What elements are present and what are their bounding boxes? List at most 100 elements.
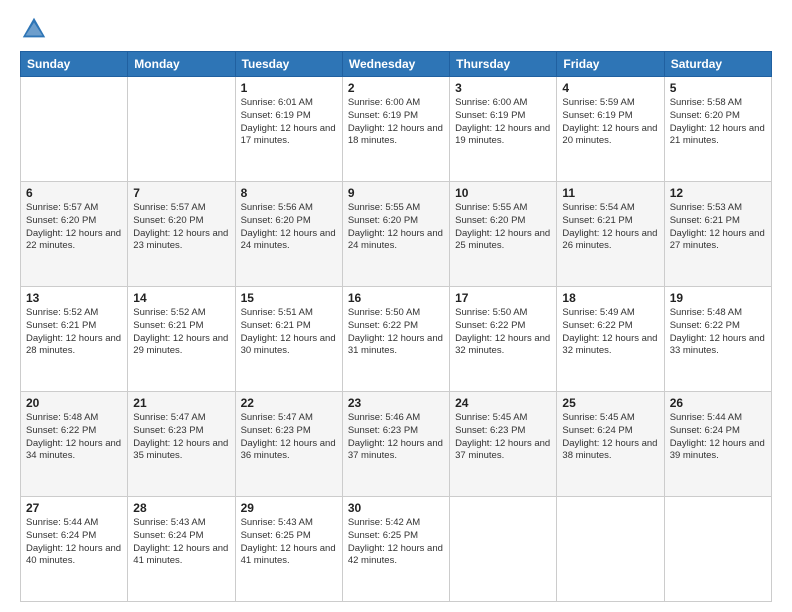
- day-number: 2: [348, 81, 444, 95]
- day-info: Sunrise: 5:50 AM Sunset: 6:22 PM Dayligh…: [455, 307, 551, 358]
- day-cell: 21 Sunrise: 5:47 AM Sunset: 6:23 PM Dayli…: [128, 392, 235, 497]
- day-cell: 29 Sunrise: 5:43 AM Sunset: 6:25 PM Dayli…: [235, 497, 342, 602]
- day-cell: [21, 77, 128, 182]
- logo-icon: [20, 15, 48, 43]
- day-number: 8: [241, 186, 337, 200]
- weekday-header-sunday: Sunday: [21, 52, 128, 77]
- weekday-header-saturday: Saturday: [664, 52, 771, 77]
- day-info: Sunrise: 5:51 AM Sunset: 6:21 PM Dayligh…: [241, 307, 337, 358]
- day-cell: [450, 497, 557, 602]
- day-number: 20: [26, 396, 122, 410]
- day-info: Sunrise: 6:00 AM Sunset: 6:19 PM Dayligh…: [455, 97, 551, 148]
- day-number: 14: [133, 291, 229, 305]
- day-info: Sunrise: 5:49 AM Sunset: 6:22 PM Dayligh…: [562, 307, 658, 358]
- week-row-4: 20 Sunrise: 5:48 AM Sunset: 6:22 PM Dayli…: [21, 392, 772, 497]
- weekday-header-wednesday: Wednesday: [342, 52, 449, 77]
- day-info: Sunrise: 5:56 AM Sunset: 6:20 PM Dayligh…: [241, 202, 337, 253]
- day-cell: 25 Sunrise: 5:45 AM Sunset: 6:24 PM Dayli…: [557, 392, 664, 497]
- day-number: 1: [241, 81, 337, 95]
- day-info: Sunrise: 5:48 AM Sunset: 6:22 PM Dayligh…: [670, 307, 766, 358]
- day-cell: 12 Sunrise: 5:53 AM Sunset: 6:21 PM Dayli…: [664, 182, 771, 287]
- day-number: 3: [455, 81, 551, 95]
- day-info: Sunrise: 5:42 AM Sunset: 6:25 PM Dayligh…: [348, 517, 444, 568]
- day-cell: 8 Sunrise: 5:56 AM Sunset: 6:20 PM Daylig…: [235, 182, 342, 287]
- day-number: 21: [133, 396, 229, 410]
- day-cell: 23 Sunrise: 5:46 AM Sunset: 6:23 PM Dayli…: [342, 392, 449, 497]
- day-number: 22: [241, 396, 337, 410]
- day-number: 23: [348, 396, 444, 410]
- day-info: Sunrise: 5:47 AM Sunset: 6:23 PM Dayligh…: [241, 412, 337, 463]
- day-info: Sunrise: 5:43 AM Sunset: 6:25 PM Dayligh…: [241, 517, 337, 568]
- day-info: Sunrise: 6:01 AM Sunset: 6:19 PM Dayligh…: [241, 97, 337, 148]
- day-cell: 19Sunrise: 5:48 AM Sunset: 6:22 PM Dayli…: [664, 287, 771, 392]
- day-number: 17: [455, 291, 551, 305]
- day-info: Sunrise: 5:54 AM Sunset: 6:21 PM Dayligh…: [562, 202, 658, 253]
- day-info: Sunrise: 5:43 AM Sunset: 6:24 PM Dayligh…: [133, 517, 229, 568]
- day-cell: 24 Sunrise: 5:45 AM Sunset: 6:23 PM Dayli…: [450, 392, 557, 497]
- day-info: Sunrise: 5:44 AM Sunset: 6:24 PM Dayligh…: [26, 517, 122, 568]
- day-cell: 10Sunrise: 5:55 AM Sunset: 6:20 PM Dayli…: [450, 182, 557, 287]
- day-number: 7: [133, 186, 229, 200]
- day-info: Sunrise: 6:00 AM Sunset: 6:19 PM Dayligh…: [348, 97, 444, 148]
- day-number: 28: [133, 501, 229, 515]
- day-number: 5: [670, 81, 766, 95]
- day-info: Sunrise: 5:55 AM Sunset: 6:20 PM Dayligh…: [348, 202, 444, 253]
- day-cell: 7 Sunrise: 5:57 AM Sunset: 6:20 PM Daylig…: [128, 182, 235, 287]
- day-number: 12: [670, 186, 766, 200]
- day-cell: 20 Sunrise: 5:48 AM Sunset: 6:22 PM Dayli…: [21, 392, 128, 497]
- day-number: 30: [348, 501, 444, 515]
- day-info: Sunrise: 5:55 AM Sunset: 6:20 PM Dayligh…: [455, 202, 551, 253]
- day-cell: 4 Sunrise: 5:59 AM Sunset: 6:19 PM Daylig…: [557, 77, 664, 182]
- day-cell: [557, 497, 664, 602]
- calendar-table: SundayMondayTuesdayWednesdayThursdayFrid…: [20, 51, 772, 602]
- day-cell: 11Sunrise: 5:54 AM Sunset: 6:21 PM Dayli…: [557, 182, 664, 287]
- day-cell: 13Sunrise: 5:52 AM Sunset: 6:21 PM Dayli…: [21, 287, 128, 392]
- weekday-header-friday: Friday: [557, 52, 664, 77]
- day-cell: [128, 77, 235, 182]
- day-number: 25: [562, 396, 658, 410]
- weekday-header-thursday: Thursday: [450, 52, 557, 77]
- day-cell: 27Sunrise: 5:44 AM Sunset: 6:24 PM Dayli…: [21, 497, 128, 602]
- day-info: Sunrise: 5:57 AM Sunset: 6:20 PM Dayligh…: [133, 202, 229, 253]
- week-row-2: 6 Sunrise: 5:57 AM Sunset: 6:20 PM Daylig…: [21, 182, 772, 287]
- day-number: 15: [241, 291, 337, 305]
- day-cell: 22 Sunrise: 5:47 AM Sunset: 6:23 PM Dayli…: [235, 392, 342, 497]
- day-number: 9: [348, 186, 444, 200]
- day-cell: 26Sunrise: 5:44 AM Sunset: 6:24 PM Dayli…: [664, 392, 771, 497]
- day-number: 16: [348, 291, 444, 305]
- day-number: 26: [670, 396, 766, 410]
- weekday-header-tuesday: Tuesday: [235, 52, 342, 77]
- day-number: 4: [562, 81, 658, 95]
- day-info: Sunrise: 5:50 AM Sunset: 6:22 PM Dayligh…: [348, 307, 444, 358]
- header: [20, 15, 772, 43]
- week-row-3: 13Sunrise: 5:52 AM Sunset: 6:21 PM Dayli…: [21, 287, 772, 392]
- day-cell: 18Sunrise: 5:49 AM Sunset: 6:22 PM Dayli…: [557, 287, 664, 392]
- day-info: Sunrise: 5:45 AM Sunset: 6:24 PM Dayligh…: [562, 412, 658, 463]
- day-info: Sunrise: 5:48 AM Sunset: 6:22 PM Dayligh…: [26, 412, 122, 463]
- day-info: Sunrise: 5:46 AM Sunset: 6:23 PM Dayligh…: [348, 412, 444, 463]
- day-info: Sunrise: 5:53 AM Sunset: 6:21 PM Dayligh…: [670, 202, 766, 253]
- day-cell: 14 Sunrise: 5:52 AM Sunset: 6:21 PM Dayli…: [128, 287, 235, 392]
- day-cell: 28 Sunrise: 5:43 AM Sunset: 6:24 PM Dayli…: [128, 497, 235, 602]
- weekday-header-monday: Monday: [128, 52, 235, 77]
- day-number: 29: [241, 501, 337, 515]
- day-cell: [664, 497, 771, 602]
- day-cell: 1 Sunrise: 6:01 AM Sunset: 6:19 PM Daylig…: [235, 77, 342, 182]
- page: SundayMondayTuesdayWednesdayThursdayFrid…: [0, 0, 792, 612]
- day-cell: 17 Sunrise: 5:50 AM Sunset: 6:22 PM Dayli…: [450, 287, 557, 392]
- day-number: 24: [455, 396, 551, 410]
- day-number: 6: [26, 186, 122, 200]
- week-row-5: 27Sunrise: 5:44 AM Sunset: 6:24 PM Dayli…: [21, 497, 772, 602]
- day-info: Sunrise: 5:59 AM Sunset: 6:19 PM Dayligh…: [562, 97, 658, 148]
- day-info: Sunrise: 5:57 AM Sunset: 6:20 PM Dayligh…: [26, 202, 122, 253]
- day-cell: 16 Sunrise: 5:50 AM Sunset: 6:22 PM Dayli…: [342, 287, 449, 392]
- day-cell: 5Sunrise: 5:58 AM Sunset: 6:20 PM Daylig…: [664, 77, 771, 182]
- day-info: Sunrise: 5:52 AM Sunset: 6:21 PM Dayligh…: [26, 307, 122, 358]
- week-row-1: 1 Sunrise: 6:01 AM Sunset: 6:19 PM Daylig…: [21, 77, 772, 182]
- day-info: Sunrise: 5:52 AM Sunset: 6:21 PM Dayligh…: [133, 307, 229, 358]
- logo: [20, 15, 50, 43]
- day-info: Sunrise: 5:47 AM Sunset: 6:23 PM Dayligh…: [133, 412, 229, 463]
- day-cell: 15 Sunrise: 5:51 AM Sunset: 6:21 PM Dayli…: [235, 287, 342, 392]
- day-cell: 3 Sunrise: 6:00 AM Sunset: 6:19 PM Daylig…: [450, 77, 557, 182]
- day-info: Sunrise: 5:45 AM Sunset: 6:23 PM Dayligh…: [455, 412, 551, 463]
